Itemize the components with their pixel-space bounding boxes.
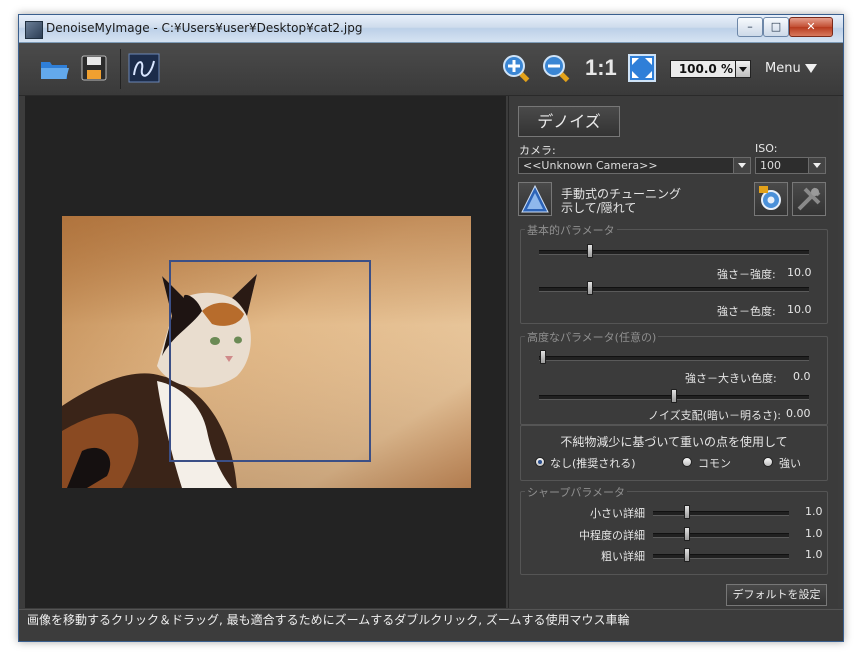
settings-button[interactable]	[754, 182, 788, 216]
maximize-button[interactable]: □	[763, 17, 789, 37]
iso-select-value: 100	[760, 159, 781, 172]
small-detail-slider-thumb[interactable]	[684, 505, 690, 519]
title-bar[interactable]: DenoiseMyImage - C:¥Users¥user¥Desktop¥c…	[19, 15, 843, 43]
sharpen-params-group: シャープパラメータ 小さい詳細 1.0 中程度の詳細 1.0 粗い詳細 1.0	[520, 484, 828, 575]
chevron-down-icon	[739, 67, 747, 72]
zoom-level-dropdown[interactable]	[735, 60, 751, 78]
tuning-triangle-icon	[521, 184, 549, 213]
basic-params-title: 基本的パラメータ	[525, 222, 617, 238]
small-detail-label: 小さい詳細	[590, 507, 645, 520]
intensity-slider-thumb[interactable]	[587, 244, 594, 258]
basic-params-group: 基本的パラメータ 強さ－強度: 10.0 強さ－色度: 10.0	[520, 222, 828, 324]
chevron-down-icon[interactable]	[733, 158, 750, 173]
camera-select[interactable]: <<Unknown Camera>>	[518, 157, 751, 174]
coarse-detail-slider-track[interactable]	[653, 554, 789, 559]
tuning-toggle-button[interactable]	[518, 182, 552, 216]
camera-label: カメラ:	[519, 144, 556, 157]
impulse-option-strong[interactable]: 強い	[779, 455, 801, 471]
intensity-slider-value: 10.0	[787, 266, 812, 279]
menu-button[interactable]: Menu	[765, 61, 801, 76]
fit-screen-icon[interactable]	[628, 54, 656, 82]
impulse-option-none[interactable]: なし(推奨される)	[550, 455, 636, 471]
save-disk-icon[interactable]	[80, 54, 108, 82]
impulse-radio-strong[interactable]	[763, 457, 773, 467]
impulse-radio-none[interactable]	[535, 457, 545, 467]
advanced-params-group: 高度なパラメータ(任意の) 強さ－大きい色度: 0.0 ノイズ支配(暗い－明るさ…	[520, 329, 828, 425]
window-title: DenoiseMyImage - C:¥Users¥user¥Desktop¥c…	[46, 21, 363, 35]
small-detail-value: 1.0	[805, 505, 823, 518]
medium-detail-label: 中程度の詳細	[579, 529, 645, 542]
camera-select-value: <<Unknown Camera>>	[523, 159, 658, 172]
image-canvas[interactable]	[25, 96, 506, 608]
medium-detail-slider-thumb[interactable]	[684, 527, 690, 541]
toolbar-separator	[120, 49, 121, 89]
zoom-level-field[interactable]: 100.0 %	[670, 60, 738, 78]
sharpen-params-title: シャープパラメータ	[525, 484, 628, 500]
iso-label: ISO:	[755, 142, 778, 155]
dmi-logo-icon[interactable]	[128, 53, 160, 83]
denoise-button[interactable]: デノイズ	[518, 106, 620, 137]
small-detail-slider-track[interactable]	[653, 511, 789, 516]
intensity-slider-label: 強さ－強度:	[717, 268, 776, 281]
minimize-button[interactable]: –	[737, 17, 763, 37]
tools-icon	[797, 187, 821, 211]
coarse-detail-label: 粗い詳細	[601, 550, 645, 563]
chroma-slider-track[interactable]	[539, 287, 809, 292]
coarse-detail-slider-thumb[interactable]	[684, 548, 690, 562]
impulse-radio-common[interactable]	[682, 457, 692, 467]
medium-detail-slider-track[interactable]	[653, 533, 789, 538]
preview-selection-box[interactable]	[169, 260, 371, 462]
zoom-out-icon[interactable]	[542, 54, 572, 84]
set-defaults-button[interactable]: デフォルトを設定	[726, 584, 827, 606]
settings-panel: デノイズ カメラ: ISO: <<Unknown Camera>> 100 手動…	[508, 96, 838, 608]
settings-icon	[759, 186, 781, 210]
large-chroma-slider-label: 強さ－大きい色度:	[685, 372, 777, 385]
large-chroma-slider-thumb[interactable]	[540, 350, 546, 364]
impulse-title: 不純物減少に基づいて重いの点を使用して	[560, 435, 788, 449]
intensity-slider-track[interactable]	[539, 250, 809, 255]
large-chroma-slider-value: 0.0	[793, 370, 811, 383]
close-button[interactable]: ✕	[789, 17, 833, 37]
advanced-params-title: 高度なパラメータ(任意の)	[525, 329, 659, 345]
noise-dominance-slider-thumb[interactable]	[671, 389, 677, 403]
app-window: DenoiseMyImage - C:¥Users¥user¥Desktop¥c…	[18, 14, 844, 642]
app-icon	[25, 21, 43, 39]
coarse-detail-value: 1.0	[805, 548, 823, 561]
iso-select[interactable]: 100	[755, 157, 826, 174]
chevron-down-icon[interactable]	[808, 158, 825, 173]
menu-arrow-icon[interactable]	[805, 64, 817, 73]
impulse-option-common[interactable]: コモン	[698, 455, 731, 471]
open-folder-icon[interactable]	[39, 56, 71, 82]
zoom-in-icon[interactable]	[502, 54, 532, 84]
tuning-label-line2: 示して/隠れて	[561, 201, 637, 215]
status-bar: 画像を移動するクリック＆ドラッグ, 最も適合するためにズームするダブルクリック,…	[19, 609, 843, 630]
noise-dominance-slider-value: 0.00	[786, 407, 811, 420]
zoom-one-to-one-button[interactable]: 1:1	[585, 55, 617, 81]
medium-detail-value: 1.0	[805, 527, 823, 540]
toolbar: 1:1 100.0 % Menu	[19, 43, 843, 96]
large-chroma-slider-track[interactable]	[539, 356, 809, 361]
chroma-slider-value: 10.0	[787, 303, 812, 316]
impulse-group: 不純物減少に基づいて重いの点を使用して なし(推奨される) コモン 強い	[520, 425, 828, 481]
chroma-slider-label: 強さ－色度:	[717, 305, 776, 318]
chroma-slider-thumb[interactable]	[587, 281, 594, 295]
noise-dominance-slider-label: ノイズ支配(暗い－明るさ):	[648, 409, 781, 422]
tools-button[interactable]	[792, 182, 826, 216]
